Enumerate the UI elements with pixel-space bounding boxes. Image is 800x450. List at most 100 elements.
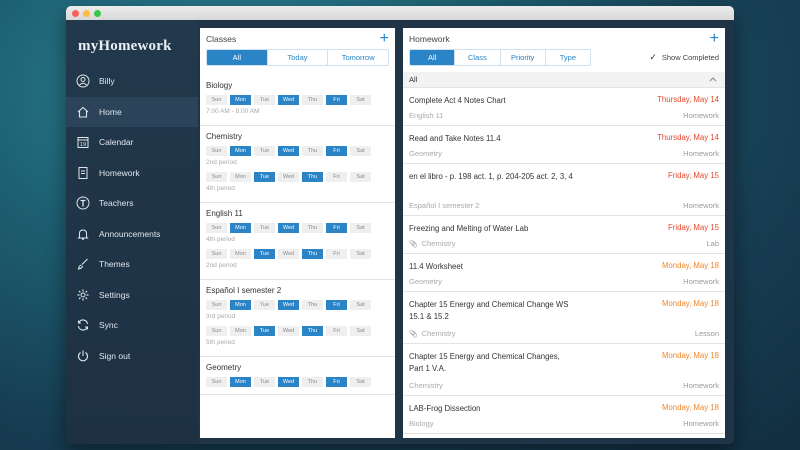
- homework-type: Homework: [683, 381, 719, 390]
- homework-filter-row[interactable]: All: [403, 72, 725, 88]
- close-window-button[interactable]: [72, 9, 79, 17]
- home-icon: [76, 105, 90, 119]
- homework-title: Freezing and Melting of Water Lab: [409, 224, 529, 233]
- day-chip-sat: Sat: [350, 249, 371, 259]
- day-chip-tue: Tue: [254, 223, 275, 233]
- day-chip-tue: Tue: [254, 172, 275, 182]
- sidebar-item-announcements[interactable]: Announcements: [66, 219, 198, 250]
- homework-row-top: Freezing and Melting of Water Lab Friday,…: [409, 223, 719, 235]
- sidebar-item-home[interactable]: Home: [66, 96, 198, 127]
- day-selector: Sun Mon Tue Wed Thu Fri Sat: [206, 172, 389, 182]
- homework-type: Homework: [683, 419, 719, 428]
- homework-item[interactable]: Freezing and Melting of Water Lab Friday,…: [403, 216, 725, 254]
- bell-icon: [76, 227, 90, 241]
- homework-item[interactable]: Read and Take Notes 11.4 Thursday, May 14…: [403, 126, 725, 164]
- homework-title: Homework: [409, 33, 450, 44]
- homework-class-wrap: Biology: [409, 419, 434, 428]
- day-chip-thu: Thu: [302, 223, 323, 233]
- homework-title: Chapter 15 Energy and Chemical Changes, …: [409, 352, 560, 373]
- homework-class: English 11: [409, 111, 444, 120]
- tab-today[interactable]: Today: [268, 50, 329, 65]
- homework-class-wrap: Geometry: [409, 277, 442, 286]
- day-chip-sat: Sat: [350, 300, 371, 310]
- homework-class: Chemistry: [409, 381, 443, 390]
- day-chip-fri: Fri: [326, 249, 347, 259]
- tab-all[interactable]: All: [207, 50, 268, 65]
- homework-item[interactable]: LAB-Frog Dissection Monday, May 18 Biology…: [403, 396, 725, 434]
- sidebar-item-settings[interactable]: Settings: [66, 280, 198, 311]
- day-chip-wed: Wed: [278, 326, 299, 336]
- homework-list: Complete Act 4 Notes Chart Thursday, May …: [403, 88, 725, 434]
- day-chip-mon: Mon: [230, 146, 251, 156]
- tab-all[interactable]: All: [410, 50, 456, 65]
- homework-item[interactable]: Chapter 15 Energy and Chemical Changes, …: [403, 344, 725, 396]
- class-item[interactable]: Geometry Sun Mon Tue Wed Thu Fri Sat: [200, 357, 395, 395]
- sidebar-item-teachers[interactable]: Teachers: [66, 188, 198, 219]
- due-date: Monday, May 18: [661, 261, 719, 270]
- day-chip-sun: Sun: [206, 146, 227, 156]
- sidebar-item-label: Calendar: [99, 137, 134, 148]
- show-completed-label: Show Completed: [661, 53, 719, 62]
- sidebar-item-billy[interactable]: Billy: [66, 66, 198, 97]
- homework-class-wrap: Geometry: [409, 149, 442, 158]
- add-homework-button[interactable]: +: [710, 30, 719, 47]
- class-item[interactable]: Chemistry Sun Mon Tue Wed Thu Fri Sat 2nd period…: [200, 126, 395, 203]
- sidebar-item-label: Teachers: [99, 198, 134, 209]
- sidebar-item-sign-out[interactable]: Sign out: [66, 341, 198, 372]
- sidebar-item-label: Billy: [99, 76, 115, 87]
- app-logo: myHomework: [78, 38, 172, 54]
- day-selector: Sun Mon Tue Wed Thu Fri Sat: [206, 300, 389, 310]
- sidebar-item-sync[interactable]: Sync: [66, 310, 198, 341]
- homework-class-wrap: Chemistry: [409, 381, 443, 390]
- sidebar-item-label: Sign out: [99, 350, 131, 361]
- class-name: Español I semester 2: [206, 286, 282, 295]
- sync-icon: [76, 318, 90, 332]
- class-period: 5th period: [206, 339, 235, 346]
- sidebar-item-label: Sync: [99, 320, 118, 331]
- day-chip-fri: Fri: [326, 223, 347, 233]
- zoom-window-button[interactable]: [94, 9, 101, 17]
- day-chip-wed: Wed: [278, 146, 299, 156]
- tab-class[interactable]: Class: [455, 50, 501, 65]
- sidebar-item-label: Themes: [99, 259, 130, 270]
- sidebar: myHomework Billy Home 19 Calendar Homework Te…: [66, 20, 198, 444]
- show-completed-toggle[interactable]: ✓ Show Completed: [649, 52, 719, 63]
- day-chip-fri: Fri: [326, 326, 347, 336]
- class-list: Biology Sun Mon Tue Wed Thu Fri Sat 7:00 AM - 8:…: [200, 75, 395, 395]
- homework-item[interactable]: 11.4 Worksheet Monday, May 18 Geometry Home…: [403, 254, 725, 292]
- class-name: Chemistry: [206, 132, 243, 141]
- tab-priority[interactable]: Priority: [501, 50, 546, 65]
- due-date: Thursday, May 14: [657, 133, 719, 142]
- homework-header: Homework +: [403, 28, 725, 49]
- homework-item[interactable]: Complete Act 4 Notes Chart Thursday, May …: [403, 88, 725, 126]
- add-class-button[interactable]: +: [380, 30, 389, 47]
- tab-type[interactable]: Type: [546, 50, 590, 65]
- class-item[interactable]: Biology Sun Mon Tue Wed Thu Fri Sat 7:00 AM - 8:…: [200, 75, 395, 126]
- minimize-window-button[interactable]: [83, 9, 90, 17]
- day-chip-sat: Sat: [350, 326, 371, 336]
- homework-title: Complete Act 4 Notes Chart: [409, 96, 506, 105]
- homework-class-wrap: Español I semester 2: [409, 201, 479, 210]
- day-chip-sun: Sun: [206, 326, 227, 336]
- homework-class: Geometry: [409, 277, 442, 286]
- classes-panel: Classes + All Today Tomorrow Biology Sun Mon…: [200, 28, 395, 438]
- homework-row-top: Chapter 15 Energy and Chemical Change WS…: [409, 299, 719, 323]
- power-icon: [76, 349, 90, 363]
- homework-row-bottom: Chemistry Homework: [409, 381, 719, 390]
- class-period: 4th period: [206, 236, 235, 243]
- homework-type: Homework: [683, 277, 719, 286]
- sidebar-item-calendar[interactable]: 19 Calendar: [66, 127, 198, 158]
- sidebar-item-themes[interactable]: Themes: [66, 249, 198, 280]
- calendar-icon: 19: [76, 135, 90, 149]
- day-chip-thu: Thu: [302, 300, 323, 310]
- sidebar-item-homework[interactable]: Homework: [66, 158, 198, 189]
- homework-item[interactable]: en el libro - p. 198 act. 1, p. 204-205 …: [403, 164, 725, 216]
- class-item[interactable]: Español I semester 2 Sun Mon Tue Wed Thu Fri Sa…: [200, 280, 395, 357]
- homework-title: en el libro - p. 198 act. 1, p. 204-205 …: [409, 172, 573, 181]
- class-item[interactable]: English 11 Sun Mon Tue Wed Thu Fri Sat 4th perio…: [200, 203, 395, 280]
- homework-item[interactable]: Chapter 15 Energy and Chemical Change WS…: [403, 292, 725, 344]
- chevron-up-icon[interactable]: [709, 75, 717, 84]
- tab-tomorrow[interactable]: Tomorrow: [328, 50, 388, 65]
- due-date: Friday, May 15: [668, 171, 719, 180]
